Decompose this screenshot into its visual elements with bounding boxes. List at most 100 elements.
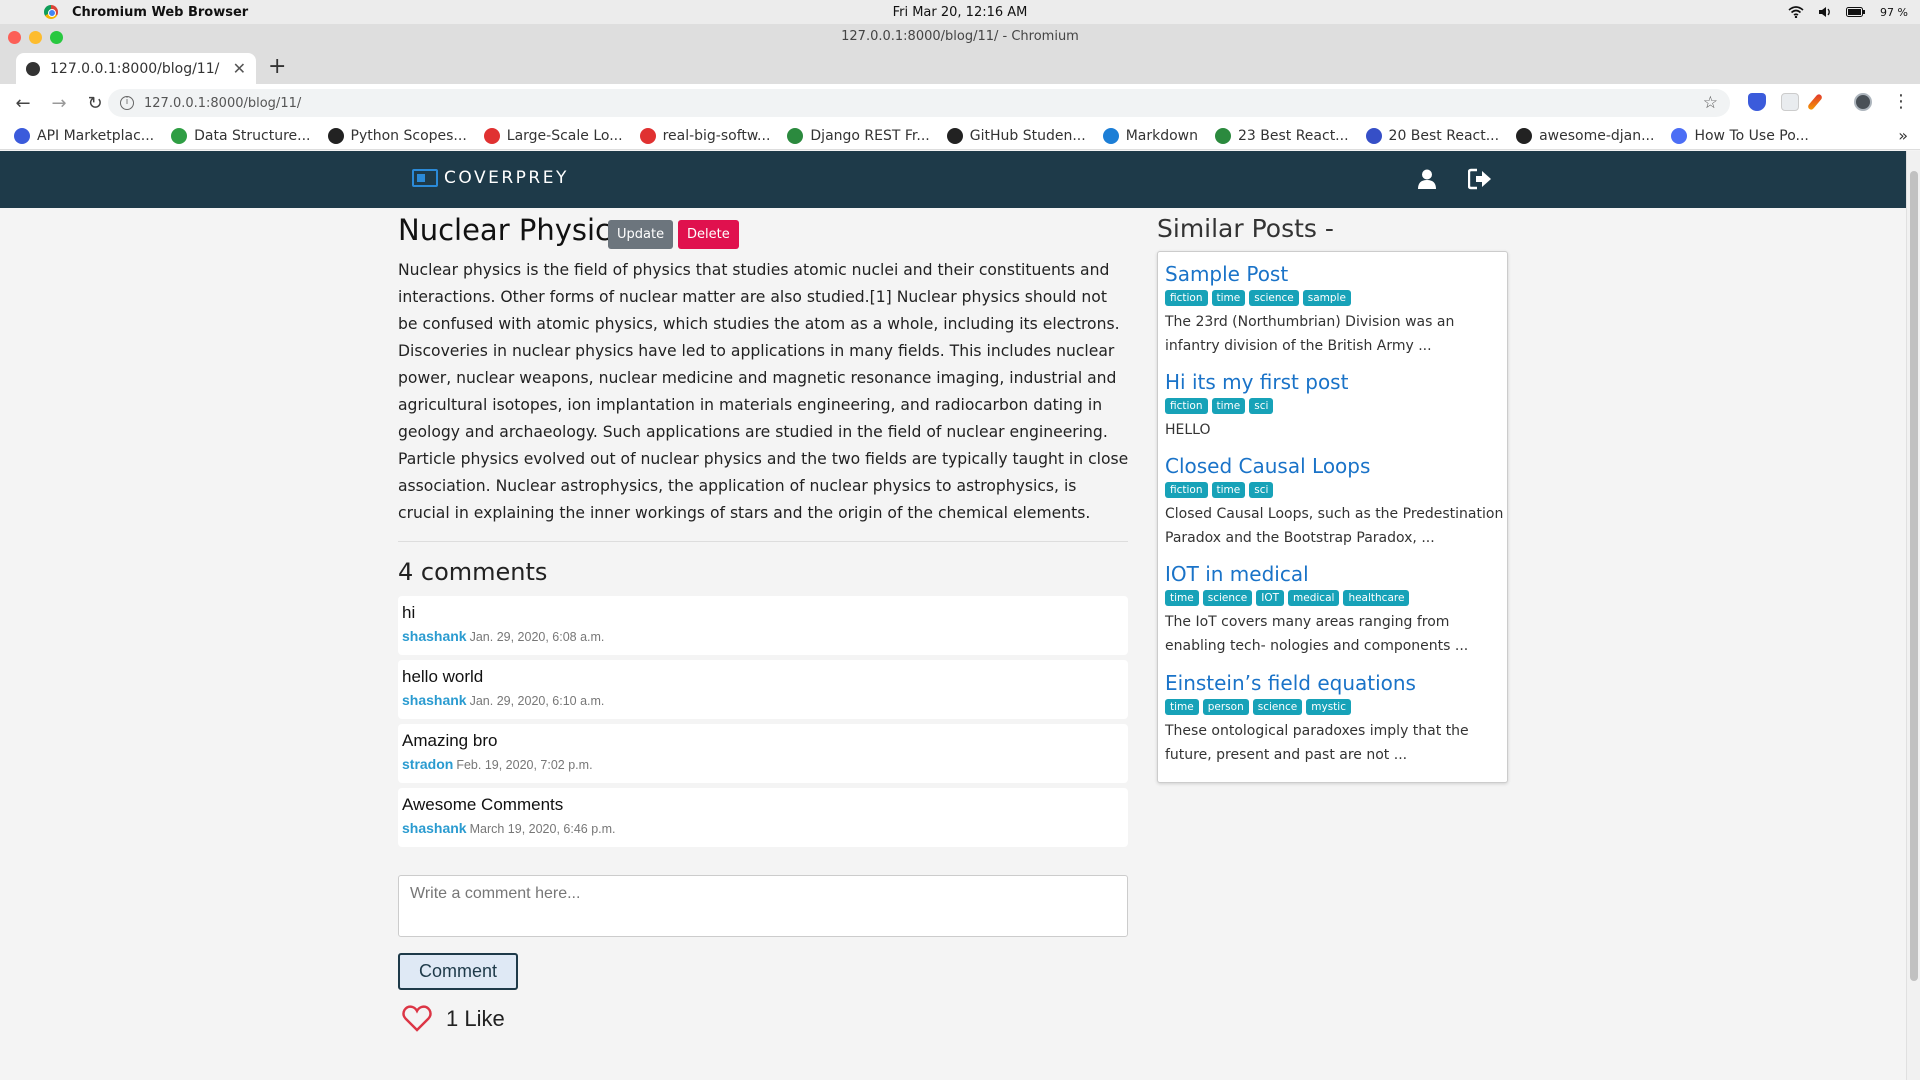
- browser-tab[interactable]: 127.0.0.1:8000/blog/11/ ✕: [16, 53, 256, 84]
- bookmark-label: How To Use Po...: [1694, 127, 1809, 144]
- window-controls: [8, 31, 63, 44]
- bookmark-item[interactable]: Markdown: [1102, 127, 1198, 144]
- similar-post: Closed Causal Loops fiction time sci Closed …: [1165, 452, 1505, 550]
- comment-item: Awesome Comments shashank March 19, 2020,…: [398, 788, 1128, 847]
- tag-badge[interactable]: time: [1165, 699, 1199, 715]
- tag-badge[interactable]: fiction: [1165, 482, 1208, 498]
- new-tab-button[interactable]: +: [268, 54, 286, 79]
- tag-badge[interactable]: time: [1165, 590, 1199, 606]
- tag-badge[interactable]: time: [1211, 398, 1246, 414]
- bookmark-label: GitHub Studen...: [969, 127, 1086, 144]
- menu-kebab-icon[interactable]: ⋮: [1892, 91, 1910, 112]
- tag-badge[interactable]: medical: [1288, 590, 1340, 606]
- bookmark-label: Data Structure...: [194, 127, 311, 144]
- forward-arrow-icon[interactable]: →: [46, 93, 72, 114]
- tag-badge[interactable]: person: [1202, 699, 1249, 715]
- bookmark-label: awesome-djan...: [1539, 127, 1655, 144]
- bookmark-favicon-icon: [14, 127, 30, 144]
- site-brand[interactable]: COVERPREY: [412, 168, 569, 188]
- reload-icon[interactable]: ↻: [82, 93, 108, 114]
- heart-icon[interactable]: [402, 1005, 432, 1032]
- bookmark-item[interactable]: real-big-softw...: [639, 127, 771, 144]
- shield-extension-icon[interactable]: [1748, 93, 1766, 111]
- bookmark-item[interactable]: 23 Best React...: [1214, 127, 1349, 144]
- comment-author[interactable]: shashank: [402, 820, 467, 836]
- window-title: 127.0.0.1:8000/blog/11/ - Chromium: [841, 29, 1079, 44]
- app-name[interactable]: Chromium Web Browser: [72, 5, 248, 20]
- close-tab-icon[interactable]: ✕: [233, 59, 246, 78]
- tag-badge[interactable]: time: [1211, 482, 1246, 498]
- bookmark-item[interactable]: GitHub Studen...: [946, 127, 1086, 144]
- tag-list: fiction time sci: [1165, 482, 1505, 498]
- bookmark-item[interactable]: awesome-djan...: [1516, 127, 1655, 144]
- tag-badge[interactable]: sci: [1249, 398, 1274, 414]
- wifi-icon[interactable]: [1788, 6, 1804, 18]
- similar-post: Sample Post fiction time science sample The 2…: [1165, 260, 1505, 358]
- bookmark-label: API Marketplac...: [37, 127, 155, 144]
- bookmark-favicon-icon: [787, 127, 804, 144]
- volume-icon[interactable]: [1818, 6, 1832, 18]
- similar-post: IOT in medical time science IOT medical healt…: [1165, 560, 1505, 658]
- address-bar[interactable]: i 127.0.0.1:8000/blog/11/ ☆: [108, 89, 1730, 117]
- close-window-button[interactable]: [8, 31, 21, 44]
- bookmark-item[interactable]: How To Use Po...: [1671, 127, 1809, 144]
- tag-badge[interactable]: science: [1249, 290, 1299, 306]
- address-url[interactable]: 127.0.0.1:8000/blog/11/: [144, 96, 301, 111]
- tag-badge[interactable]: healthcare: [1343, 590, 1410, 606]
- tab-title: 127.0.0.1:8000/blog/11/: [50, 60, 220, 77]
- bookmarks-overflow-icon[interactable]: »: [1898, 126, 1908, 145]
- tag-badge[interactable]: mystic: [1306, 699, 1351, 715]
- extension-icon[interactable]: [1781, 93, 1799, 111]
- delete-button[interactable]: Delete: [678, 220, 739, 249]
- bookmark-item[interactable]: API Marketplac...: [14, 127, 155, 144]
- tag-badge[interactable]: time: [1211, 290, 1246, 306]
- similar-post-title-link[interactable]: Hi its my first post: [1165, 368, 1505, 396]
- os-menubar: Chromium Web Browser Fri Mar 20, 12:16 A…: [0, 0, 1920, 24]
- similar-post-excerpt: The IoT covers many areas ranging from e…: [1165, 614, 1469, 654]
- user-icon[interactable]: [1418, 169, 1436, 189]
- comment-author[interactable]: shashank: [402, 628, 467, 644]
- similar-post-title-link[interactable]: IOT in medical: [1165, 560, 1505, 588]
- comment-text: hi: [402, 603, 416, 622]
- similar-post-title-link[interactable]: Sample Post: [1165, 260, 1505, 288]
- bookmark-item[interactable]: Large-Scale Lo...: [483, 127, 623, 144]
- comment-author[interactable]: stradon: [402, 756, 453, 772]
- scrollbar-thumb[interactable]: [1910, 171, 1918, 981]
- tag-badge[interactable]: science: [1202, 590, 1253, 606]
- page-scrollbar[interactable]: [1906, 151, 1920, 1080]
- tag-list: time person science mystic: [1165, 699, 1505, 715]
- bookmark-item[interactable]: Data Structure...: [171, 127, 311, 144]
- bookmark-favicon-icon: [1516, 127, 1533, 144]
- bookmark-item[interactable]: Python Scopes...: [327, 127, 467, 144]
- tag-badge[interactable]: fiction: [1165, 398, 1208, 414]
- bookmark-star-icon[interactable]: ☆: [1703, 93, 1718, 113]
- logout-icon[interactable]: [1468, 168, 1492, 190]
- comment-input[interactable]: Write a comment here...: [398, 875, 1128, 937]
- profile-avatar[interactable]: [1854, 93, 1872, 111]
- comment-item: Amazing bro stradon Feb. 19, 2020, 7:02 p…: [398, 724, 1128, 783]
- comment-submit-button[interactable]: Comment: [398, 953, 518, 990]
- comment-author[interactable]: shashank: [402, 692, 467, 708]
- similar-post-title-link[interactable]: Einstein’s field equations: [1165, 669, 1505, 697]
- bookmark-item[interactable]: Django REST Fr...: [787, 127, 930, 144]
- post-title: Nuclear Physics: [398, 213, 627, 247]
- bookmark-favicon-icon: [946, 127, 963, 144]
- maximize-window-button[interactable]: [50, 31, 63, 44]
- battery-icon[interactable]: [1846, 7, 1866, 17]
- comment-text: hello world: [402, 667, 484, 686]
- comment-date: Feb. 19, 2020, 7:02 p.m.: [456, 758, 593, 772]
- back-arrow-icon[interactable]: ←: [10, 93, 36, 114]
- chromium-icon: [44, 5, 58, 19]
- tag-badge[interactable]: IOT: [1256, 590, 1285, 606]
- minimize-window-button[interactable]: [29, 31, 42, 44]
- tag-badge[interactable]: sci: [1249, 482, 1274, 498]
- bookmark-item[interactable]: 20 Best React...: [1365, 127, 1499, 144]
- tag-badge[interactable]: fiction: [1165, 290, 1208, 306]
- bookmark-label: real-big-softw...: [662, 127, 771, 144]
- tag-badge[interactable]: sample: [1302, 290, 1351, 306]
- tag-badge[interactable]: science: [1252, 699, 1303, 715]
- info-icon[interactable]: i: [120, 96, 134, 110]
- color-picker-icon[interactable]: [1806, 93, 1824, 111]
- similar-post-title-link[interactable]: Closed Causal Loops: [1165, 452, 1505, 480]
- update-button[interactable]: Update: [608, 220, 674, 249]
